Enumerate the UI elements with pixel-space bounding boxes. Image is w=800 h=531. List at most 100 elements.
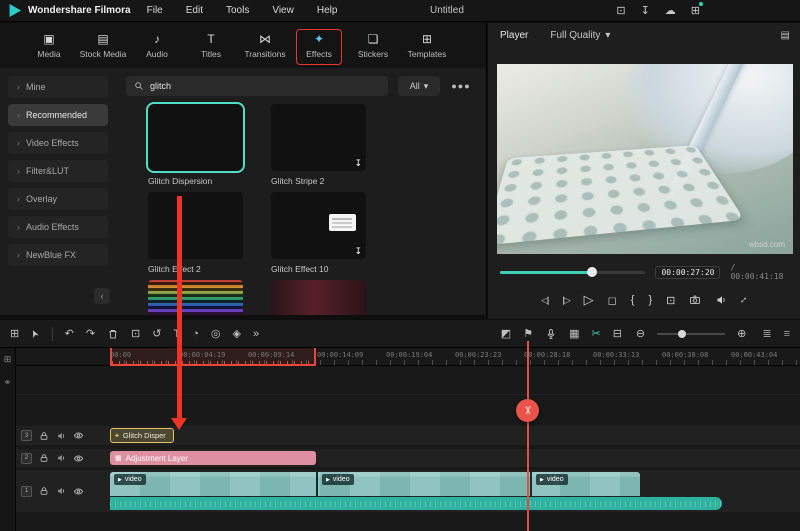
timeline-menu-icon[interactable]: ≡: [784, 328, 790, 340]
play-button[interactable]: ▷: [584, 292, 594, 308]
video-preview[interactable]: wbsd.com: [497, 64, 793, 254]
chevron-right-icon: ›: [17, 194, 20, 204]
menu-tools[interactable]: Tools: [226, 5, 249, 16]
search-input[interactable]: [150, 81, 350, 91]
sidebar-item-overlay[interactable]: › Overlay: [8, 188, 108, 210]
fullscreen-icon[interactable]: ↕: [738, 294, 750, 306]
detach-icon[interactable]: ⊟: [613, 327, 622, 340]
cloud-icon[interactable]: ☁: [665, 4, 676, 17]
sidebar-item-video-effects[interactable]: › Video Effects: [8, 132, 108, 154]
speed-icon[interactable]: ◔: [192, 328, 199, 340]
chevron-down-icon: ▾: [605, 30, 611, 41]
video-clip-strip[interactable]: ▶ video ▶ video ▶ video: [110, 472, 640, 496]
tab-stickers[interactable]: ❏ Stickers: [346, 31, 400, 59]
filter-dropdown[interactable]: All ▾: [398, 76, 440, 96]
zoom-out-icon[interactable]: ⊖: [636, 327, 645, 340]
timeline-ruler[interactable]: 00:00 00:00:04:19 00:00:09:14 00:00:14:0…: [16, 348, 800, 366]
timeline-left-rail: ⊞ ⚭: [0, 348, 16, 531]
quality-dropdown[interactable]: Full Quality ▾: [550, 30, 610, 41]
eye-visibility-icon[interactable]: [73, 453, 84, 464]
menu-file[interactable]: File: [147, 5, 163, 16]
effect-card-glitch-effect-2[interactable]: Glitch Effect 2: [148, 192, 243, 274]
mute-speaker-icon[interactable]: [56, 453, 66, 463]
sidebar-item-mine[interactable]: › Mine: [8, 76, 108, 98]
voiceover-mic-icon[interactable]: [545, 328, 557, 340]
audio-clip-strip[interactable]: [110, 497, 722, 510]
link-icon[interactable]: ⚭: [4, 377, 12, 388]
sidebar-item-audio-effects[interactable]: › Audio Effects: [8, 216, 108, 238]
sidebar-item-recommended[interactable]: › Recommended: [8, 104, 108, 126]
more-options-icon[interactable]: ●●●: [450, 78, 472, 94]
mute-speaker-icon[interactable]: [56, 486, 66, 496]
sidebar-collapse-button[interactable]: ‹: [94, 288, 110, 304]
eye-visibility-icon[interactable]: [73, 486, 84, 497]
tab-templates[interactable]: ⊞ Templates: [400, 32, 454, 59]
snapshot-camera-icon[interactable]: [689, 294, 701, 306]
mark-in-button[interactable]: {: [631, 294, 635, 306]
display-mode-button[interactable]: ⊡: [666, 294, 675, 307]
effect-card-glitch-stripe-2[interactable]: ↧ Glitch Stripe 2: [271, 104, 366, 186]
download-icon[interactable]: ↧: [354, 246, 362, 257]
screen-record-icon[interactable]: ▦: [569, 327, 579, 340]
lock-icon[interactable]: [39, 453, 49, 463]
select-tool-icon[interactable]: ➤: [29, 327, 43, 339]
apps-grid-icon[interactable]: ⊞: [691, 2, 703, 17]
effect-card-partial[interactable]: [148, 280, 243, 315]
playback-controls: ◁| |▷ ▷ ◻ { } ⊡ ↕: [488, 287, 800, 313]
speaker-icon[interactable]: [715, 294, 727, 306]
stickers-icon: ❏: [367, 31, 379, 46]
split-tool-icon[interactable]: ✂: [591, 327, 600, 340]
menu-help[interactable]: Help: [317, 5, 338, 16]
tab-stock-media[interactable]: ▤ Stock Media: [76, 32, 130, 59]
adjustment-layer-clip[interactable]: ▦ Adjustment Layer: [110, 451, 316, 465]
mute-speaker-icon[interactable]: [56, 431, 66, 441]
tab-audio[interactable]: ♪ Audio: [130, 31, 184, 59]
manage-tracks-icon[interactable]: ⊞: [4, 354, 12, 365]
crop-icon[interactable]: ⊡: [131, 327, 140, 340]
more-tools-icon[interactable]: »: [253, 328, 259, 340]
menu-view[interactable]: View: [272, 5, 294, 16]
color-correction-icon[interactable]: ◩: [501, 327, 511, 340]
zoom-knob[interactable]: [677, 329, 686, 338]
download-icon[interactable]: ↧: [354, 158, 362, 169]
delete-trash-icon[interactable]: [107, 328, 119, 340]
previous-frame-button[interactable]: ◁|: [541, 295, 549, 306]
play-badge-icon: ▶: [118, 476, 122, 483]
audio-icon: ♪: [154, 31, 160, 46]
next-frame-button[interactable]: |▷: [562, 295, 570, 306]
stop-button[interactable]: ◻: [608, 294, 617, 307]
lock-icon[interactable]: [39, 431, 49, 441]
layout-icon[interactable]: ⊡: [616, 4, 625, 17]
effect-card-glitch-effect-10[interactable]: ↧ Glitch Effect 10: [271, 192, 366, 274]
tab-titles[interactable]: T Titles: [184, 32, 238, 59]
lock-icon[interactable]: [39, 486, 49, 496]
mask-icon[interactable]: ◈: [232, 327, 240, 340]
tab-transitions[interactable]: ⋈ Transitions: [238, 32, 292, 59]
undo-icon[interactable]: ↶: [65, 327, 74, 340]
redo-icon[interactable]: ↷: [86, 327, 95, 340]
effect-thumbnail: ↧: [271, 192, 366, 259]
eye-visibility-icon[interactable]: [73, 430, 84, 441]
seek-slider[interactable]: [500, 267, 646, 277]
effect-card-glitch-dispersion[interactable]: Glitch Dispersion: [146, 102, 245, 186]
tab-effects[interactable]: ✦ Effects: [292, 28, 346, 65]
tab-media[interactable]: ▣ Media: [22, 32, 76, 59]
zoom-in-icon[interactable]: ⊕: [737, 327, 746, 340]
split-scissors-button[interactable]: ✂: [516, 399, 539, 422]
keyframe-icon[interactable]: ◎: [211, 327, 221, 340]
sidebar-item-newblue-fx[interactable]: › NewBlue FX: [8, 244, 108, 266]
playhead-line[interactable]: [527, 341, 529, 531]
seek-knob[interactable]: [586, 267, 597, 277]
export-icon[interactable]: ↧: [641, 4, 650, 17]
rotate-icon[interactable]: ↺: [152, 327, 161, 340]
marker-flag-icon[interactable]: ⚑: [523, 327, 533, 340]
track-manager-icon[interactable]: ⊞: [10, 327, 19, 340]
scopes-icon[interactable]: ▤: [781, 30, 790, 41]
sidebar-item-filter-lut[interactable]: › Filter&LUT: [8, 160, 108, 182]
track-height-icon[interactable]: ≣: [762, 327, 771, 340]
timeline-zoom-slider[interactable]: [657, 329, 726, 338]
mark-out-button[interactable]: }: [648, 294, 652, 306]
menu-edit[interactable]: Edit: [186, 5, 203, 16]
effect-card-partial[interactable]: [271, 280, 366, 315]
effect-clip-glitch-dispersion[interactable]: ✦ Glitch Disper: [110, 428, 174, 443]
